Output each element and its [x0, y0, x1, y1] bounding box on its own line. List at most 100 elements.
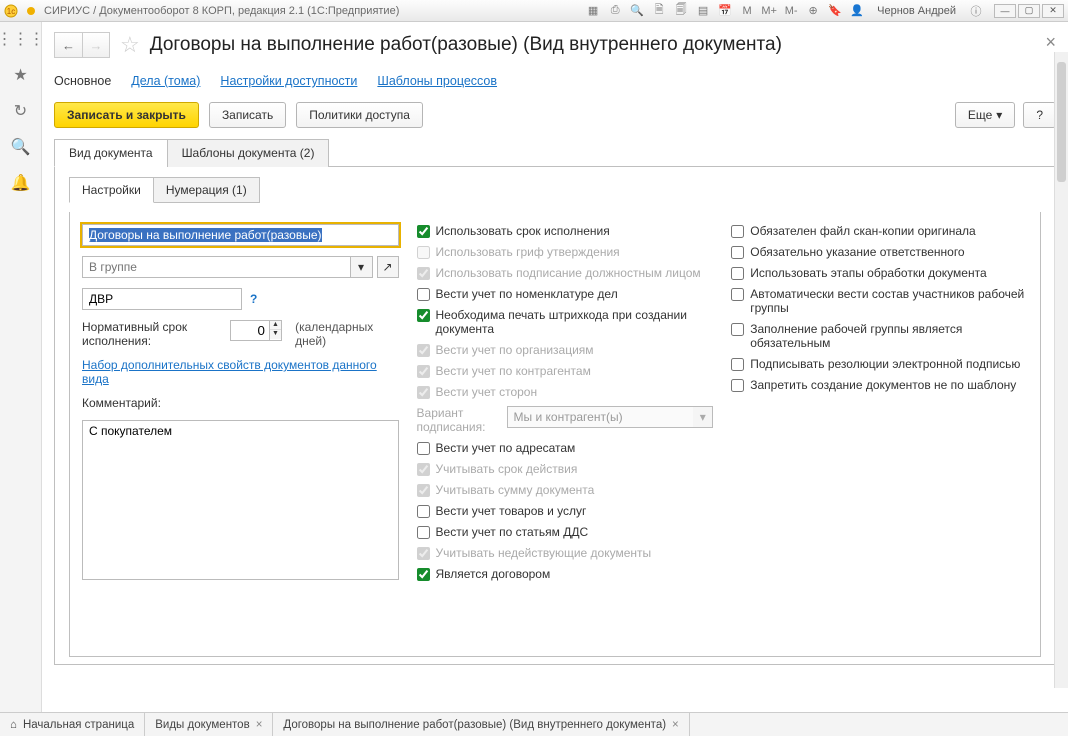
grid-icon[interactable]: ▤ [695, 3, 711, 19]
checkbox-label: Учитывать сумму документа [436, 483, 595, 497]
checkbox-option[interactable]: Использовать этапы обработки документа [731, 266, 1028, 280]
close-page-button[interactable]: × [1045, 32, 1056, 53]
bookmark-icon[interactable]: 🔖 [827, 3, 843, 19]
checkbox-option[interactable]: Обязателен файл скан-копии оригинала [731, 224, 1028, 238]
checkbox-label: Вести учет по статьям ДДС [436, 525, 589, 539]
checkbox-label: Использовать подписание должностным лицо… [436, 266, 701, 280]
checkbox-option[interactable]: Вести учет товаров и услуг [417, 504, 714, 518]
checkbox-option[interactable]: Необходима печать штрихкода при создании… [417, 308, 714, 336]
scroll-thumb[interactable] [1057, 62, 1066, 182]
policies-button[interactable]: Политики доступа [296, 102, 423, 128]
checkbox-input[interactable] [731, 288, 744, 301]
checkbox-option[interactable]: Использовать срок исполнения [417, 224, 714, 238]
checkbox-option[interactable]: Вести учет по номенклатуре дел [417, 287, 714, 301]
checkbox-input[interactable] [731, 358, 744, 371]
checkbox-label: Подписывать резолюции электронной подпис… [750, 357, 1020, 371]
checkbox-label: Использовать гриф утверждения [436, 245, 620, 259]
save-button[interactable]: Записать [209, 102, 286, 128]
checkbox-option: Использовать гриф утверждения [417, 245, 714, 259]
checkbox-input[interactable] [417, 568, 430, 581]
norm-spinner[interactable]: ▲▼ [230, 320, 285, 341]
checkbox-input[interactable] [417, 505, 430, 518]
tool-icon[interactable]: ▦ [585, 3, 601, 19]
name-input[interactable]: Договоры на выполнение работ(разовые) [82, 224, 399, 246]
norm-value-input[interactable] [230, 320, 270, 341]
maximize-button[interactable]: ▢ [1018, 4, 1040, 18]
help-button[interactable]: ? [1023, 102, 1056, 128]
print-icon[interactable]: ⎙ [607, 3, 623, 19]
nav-forward-button[interactable]: → [82, 32, 110, 58]
star-icon[interactable]: ★ [12, 66, 30, 84]
nav-back-button[interactable]: ← [54, 32, 82, 58]
checkbox-input[interactable] [731, 323, 744, 336]
tab-doc-type[interactable]: Вид документа [54, 139, 168, 167]
inner-tab-settings[interactable]: Настройки [69, 177, 154, 203]
spin-up-button[interactable]: ▲ [270, 321, 281, 330]
more-button[interactable]: Еще ▾ [955, 102, 1015, 128]
close-window-button[interactable]: ✕ [1042, 4, 1064, 18]
left-sidebar: ⋮⋮⋮ ★ ↻ 🔍 🔔 [0, 22, 42, 712]
checkbox-label: Вести учет по адресатам [436, 441, 576, 455]
subnav-main[interactable]: Основное [54, 74, 111, 88]
m-button[interactable]: M [739, 3, 755, 19]
subnav-cases[interactable]: Дела (тома) [131, 74, 200, 88]
mminus-button[interactable]: M- [783, 3, 799, 19]
doc-icon[interactable]: 🗎 [651, 3, 667, 19]
comment-textarea[interactable]: С покупателем [82, 420, 399, 580]
task-close-icon[interactable]: × [672, 719, 679, 731]
favorite-star-icon[interactable]: ☆ [120, 32, 140, 58]
group-open-button[interactable]: ↗ [377, 256, 399, 278]
subnav-access[interactable]: Настройки доступности [220, 74, 357, 88]
task-doc-types[interactable]: Виды документов × [145, 713, 273, 736]
checkbox-input[interactable] [731, 246, 744, 259]
checkbox-input[interactable] [417, 288, 430, 301]
checkbox-option[interactable]: Запретить создание документов не по шабл… [731, 378, 1028, 392]
checkbox-input[interactable] [417, 526, 430, 539]
bell-icon[interactable]: 🔔 [12, 174, 30, 192]
checkbox-label: Обязательно указание ответственного [750, 245, 964, 259]
checkbox-option[interactable]: Обязательно указание ответственного [731, 245, 1028, 259]
apps-icon[interactable]: ⋮⋮⋮ [12, 30, 30, 48]
subnav-templates[interactable]: Шаблоны процессов [377, 74, 497, 88]
search-icon[interactable]: 🔍 [629, 3, 645, 19]
task-current-doc[interactable]: Договоры на выполнение работ(разовые) (В… [273, 713, 689, 736]
checkbox-option[interactable]: Подписывать резолюции электронной подпис… [731, 357, 1028, 371]
addprops-link[interactable]: Набор дополнительных свойств документов … [82, 358, 399, 386]
checkbox-input[interactable] [417, 442, 430, 455]
history-icon[interactable]: ↻ [12, 102, 30, 120]
info-icon[interactable]: ⓘ [968, 3, 984, 19]
checkbox-option[interactable]: Вести учет по статьям ДДС [417, 525, 714, 539]
task-close-icon[interactable]: × [256, 719, 263, 731]
tab-doc-templates[interactable]: Шаблоны документа (2) [167, 139, 330, 167]
checkbox-input[interactable] [731, 379, 744, 392]
checkbox-option[interactable]: Вести учет по адресатам [417, 441, 714, 455]
copy-icon[interactable]: 🗐 [673, 3, 689, 19]
checkbox-option[interactable]: Заполнение рабочей группы является обяза… [731, 322, 1028, 350]
checkbox-input[interactable] [417, 309, 430, 322]
variant-select [507, 406, 694, 428]
checkbox-input[interactable] [417, 225, 430, 238]
calendar-icon[interactable]: 📅 [717, 3, 733, 19]
code-help-icon[interactable]: ? [250, 292, 257, 306]
code-input[interactable] [82, 288, 242, 310]
mplus-button[interactable]: M+ [761, 3, 777, 19]
spin-down-button[interactable]: ▼ [270, 330, 281, 339]
checkbox-option[interactable]: Автоматически вести состав участников ра… [731, 287, 1028, 315]
search-side-icon[interactable]: 🔍 [12, 138, 30, 156]
group-dropdown-button[interactable]: ▾ [351, 256, 373, 278]
minimize-button[interactable]: — [994, 4, 1016, 18]
more-label: Еще [968, 108, 992, 122]
checkbox-option[interactable]: Является договором [417, 567, 714, 581]
save-close-button[interactable]: Записать и закрыть [54, 102, 199, 128]
outer-tabstrip: Вид документа Шаблоны документа (2) [54, 138, 1056, 167]
vertical-scrollbar[interactable] [1054, 52, 1068, 688]
group-select[interactable] [82, 256, 351, 278]
checkbox-input[interactable] [731, 267, 744, 280]
bottom-taskbar: ⌂ Начальная страница Виды документов × Д… [0, 712, 1068, 736]
zoom-icon[interactable]: ⊕ [805, 3, 821, 19]
inner-tab-numbering[interactable]: Нумерация (1) [153, 177, 260, 203]
checkbox-input[interactable] [731, 225, 744, 238]
task-home[interactable]: ⌂ Начальная страница [0, 713, 145, 736]
checkbox-label: Использовать срок исполнения [436, 224, 610, 238]
user-name[interactable]: Чернов Андрей [877, 5, 956, 17]
